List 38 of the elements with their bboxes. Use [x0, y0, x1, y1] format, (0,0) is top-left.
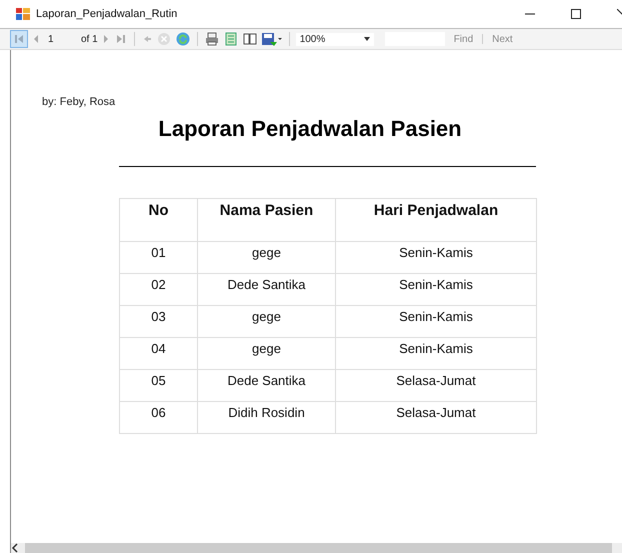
table-cell: Senin-Kamis [336, 338, 536, 370]
printer-icon[interactable] [204, 31, 220, 47]
table-cell: 06 [120, 402, 198, 434]
first-page-icon[interactable] [10, 30, 28, 48]
table-cell: 03 [120, 306, 198, 338]
column-header: No [120, 198, 198, 242]
app-icon [16, 8, 30, 20]
table-cell: Selasa-Jumat [336, 370, 536, 402]
maximize-icon[interactable] [571, 9, 581, 19]
table-cell: Dede Santika [198, 274, 336, 306]
table-cell: Senin-Kamis [336, 274, 536, 306]
page-number-field[interactable]: 1 [44, 34, 74, 44]
stop-icon[interactable] [156, 31, 172, 47]
table-cell: 01 [120, 242, 198, 274]
caret-icon [364, 37, 370, 41]
table-cell: Selasa-Jumat [336, 402, 536, 434]
table-cell: gege [198, 338, 336, 370]
report-title: Laporan Penjadwalan Pasien [157, 116, 463, 142]
table-cell: 05 [120, 370, 198, 402]
save-icon[interactable] [260, 31, 283, 47]
column-header: Hari Penjadwalan [336, 198, 536, 242]
table-cell: Senin-Kamis [336, 242, 536, 274]
column-header: Nama Pasien [198, 198, 336, 242]
table-cell: gege [198, 306, 336, 338]
report-author: by: Feby, Rosa [42, 96, 116, 108]
zoom-dropdown[interactable]: 100% [296, 32, 374, 46]
horizontal-scrollbar[interactable] [11, 543, 622, 553]
window-title: Laporan_Penjadwalan_Rutin [36, 8, 178, 20]
table-cell: 02 [120, 274, 198, 306]
table-cell: gege [198, 242, 336, 274]
table-cell: Didih Rosidin [198, 402, 336, 434]
refresh-icon[interactable] [174, 31, 191, 47]
scroll-left-icon[interactable] [11, 543, 19, 553]
page-count: of 1 [81, 34, 98, 44]
book-icon[interactable] [242, 31, 258, 47]
table-cell: Dede Santika [198, 370, 336, 402]
table-cell: 04 [120, 338, 198, 370]
table-cell: Senin-Kamis [336, 306, 536, 338]
